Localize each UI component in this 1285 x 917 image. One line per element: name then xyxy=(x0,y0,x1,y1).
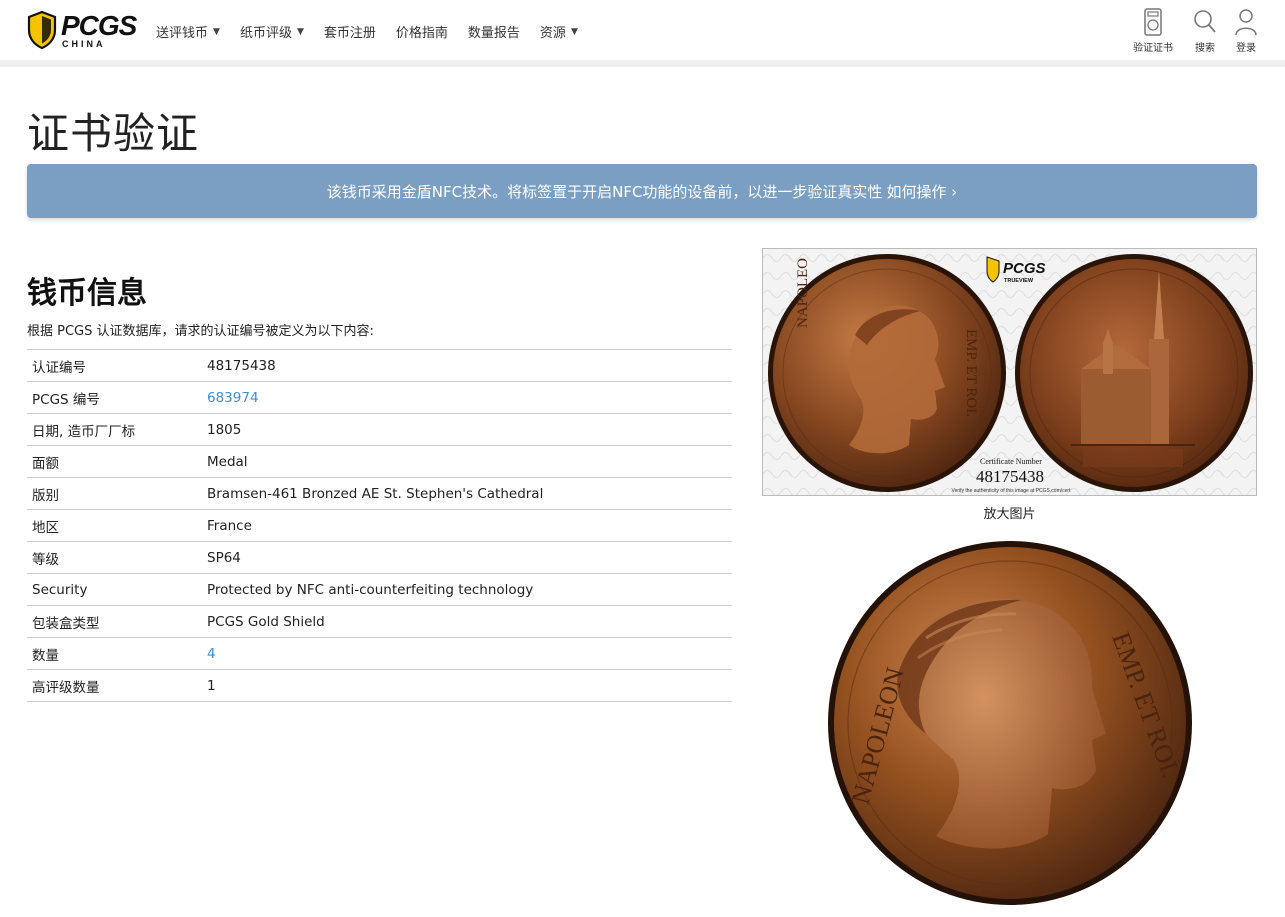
table-row: 高评级数量 1 xyxy=(27,669,732,702)
trueview-slab-image[interactable]: NAPOLEO EMP. ET ROI. PCGS TRUEVIEW Certi… xyxy=(762,248,1257,496)
population-link[interactable]: 4 xyxy=(207,646,216,662)
table-row: 日期, 造币厂厂标 1805 xyxy=(27,413,732,446)
row-value: 1805 xyxy=(207,421,242,438)
main-nav: 送评钱币 ▼ 纸币评级 ▼ 套币注册 价格指南 数量报告 资源 ▼ xyxy=(156,22,578,41)
verify-note-text: Verify the authenticity of this image at… xyxy=(952,488,1072,494)
nav-label: 价格指南 xyxy=(395,26,448,41)
cert-number-text: 48175438 xyxy=(976,467,1044,486)
enlarge-image-link[interactable]: 放大图片 xyxy=(762,503,1257,522)
coin-info-intro: 根据 PCGS 认证数据库，请求的认证编号被定义为以下内容: xyxy=(27,324,374,339)
row-value: SP64 xyxy=(207,549,241,566)
table-row: 面额 Medal xyxy=(27,445,732,478)
page-title: 证书验证 xyxy=(27,109,200,158)
nav-label: 套币注册 xyxy=(323,26,376,41)
row-value: PCGS Gold Shield xyxy=(207,613,325,630)
site-header: PCGS CHINA 送评钱币 ▼ 纸币评级 ▼ 套币注册 价格指南 数量报告 资源… xyxy=(0,0,1285,60)
caret-down-icon: ▼ xyxy=(570,26,578,37)
search-label: 搜索 xyxy=(1195,43,1215,54)
row-label: 等级 xyxy=(32,551,59,568)
nav-label: 资源 xyxy=(539,26,566,41)
row-label: 地区 xyxy=(32,519,59,536)
cert-label-text: Certificate Number xyxy=(980,457,1042,466)
table-row: 数量 4 xyxy=(27,637,732,670)
row-value: Bramsen-461 Bronzed AE St. Stephen's Cat… xyxy=(207,485,544,502)
svg-text:TRUEVIEW: TRUEVIEW xyxy=(1004,278,1034,284)
verify-cert-label: 验证证书 xyxy=(1133,43,1173,54)
nfc-how-to-link[interactable]: 如何操作 › xyxy=(886,181,957,202)
row-value: France xyxy=(207,517,252,534)
search-button[interactable]: 搜索 xyxy=(1193,8,1217,54)
row-value: 1 xyxy=(207,677,216,694)
nav-label: 数量报告 xyxy=(467,26,520,41)
row-value: Protected by NFC anti-counterfeiting tec… xyxy=(207,581,534,598)
row-value: Medal xyxy=(207,453,248,470)
pcgs-china-logo[interactable]: PCGS CHINA xyxy=(27,10,137,52)
table-row: Security Protected by NFC anti-counterfei… xyxy=(27,573,732,606)
obverse-coin: NAPOLEO EMP. ET ROI. xyxy=(768,254,1006,492)
svg-text:PCGS: PCGS xyxy=(1003,260,1046,277)
nav-pop-report[interactable]: 数量报告 xyxy=(468,22,520,41)
table-row: 地区 France xyxy=(27,509,732,542)
coin-obverse-closeup[interactable]: NAPOLEON EMP. ET ROI. xyxy=(826,538,1194,908)
search-icon xyxy=(1193,8,1217,36)
nfc-banner-text: 该钱币采用金盾NFC技术。将标签置于开启NFC功能的设备前，以进一步验证真实性 xyxy=(326,182,883,201)
caret-down-icon: ▼ xyxy=(213,26,220,37)
table-row: PCGS 编号 683974 xyxy=(27,381,732,414)
table-row: 等级 SP64 xyxy=(27,541,732,574)
logo-wordmark: PCGS xyxy=(61,10,137,41)
row-label: 数量 xyxy=(32,647,59,664)
coin-info-title: 钱币信息 xyxy=(27,276,147,311)
verify-cert-button[interactable]: 验证证书 xyxy=(1133,8,1173,54)
row-label: 认证编号 xyxy=(32,359,86,376)
row-label: 版别 xyxy=(32,487,59,504)
row-label: 包装盒类型 xyxy=(32,615,100,632)
row-label: Security xyxy=(32,581,88,598)
nav-set-registry[interactable]: 套币注册 xyxy=(324,22,376,41)
cert-slab-icon xyxy=(1143,8,1163,36)
shield-logo-icon xyxy=(27,10,57,50)
table-row: 包装盒类型 PCGS Gold Shield xyxy=(27,605,732,638)
row-value: 48175438 xyxy=(207,357,276,374)
svg-text:NAPOLEO: NAPOLEO xyxy=(795,258,811,328)
nav-label: 纸币评级 xyxy=(239,26,292,41)
row-label: 日期, 造币厂厂标 xyxy=(32,423,136,440)
user-icon xyxy=(1234,8,1258,36)
nav-price-guide[interactable]: 价格指南 xyxy=(396,22,448,41)
login-button[interactable]: 登录 xyxy=(1234,8,1258,54)
nav-banknote-grading[interactable]: 纸币评级 ▼ xyxy=(240,22,304,41)
nfc-banner: 该钱币采用金盾NFC技术。将标签置于开启NFC功能的设备前，以进一步验证真实性 … xyxy=(27,164,1257,218)
caret-down-icon: ▼ xyxy=(296,26,304,37)
coin-info-table: 认证编号 48175438 PCGS 编号 683974 日期, 造币厂厂标 1805… xyxy=(27,349,732,702)
table-row: 版别 Bramsen-461 Bronzed AE St. Stephen's C… xyxy=(27,477,732,510)
nav-submit-coins[interactable]: 送评钱币 ▼ xyxy=(156,22,220,41)
row-label: 高评级数量 xyxy=(32,679,100,696)
nav-label: 送评钱币 xyxy=(156,26,209,41)
row-label: PCGS 编号 xyxy=(32,391,100,408)
logo-subtitle: CHINA xyxy=(62,39,106,49)
login-label: 登录 xyxy=(1236,43,1256,54)
table-row: 认证编号 48175438 xyxy=(27,349,732,382)
row-label: 面额 xyxy=(32,455,59,472)
header-divider xyxy=(0,60,1285,67)
pcgs-number-link[interactable]: 683974 xyxy=(207,390,259,406)
nav-resources[interactable]: 资源 ▼ xyxy=(540,22,578,41)
svg-text:EMP. ET ROI.: EMP. ET ROI. xyxy=(963,329,979,417)
